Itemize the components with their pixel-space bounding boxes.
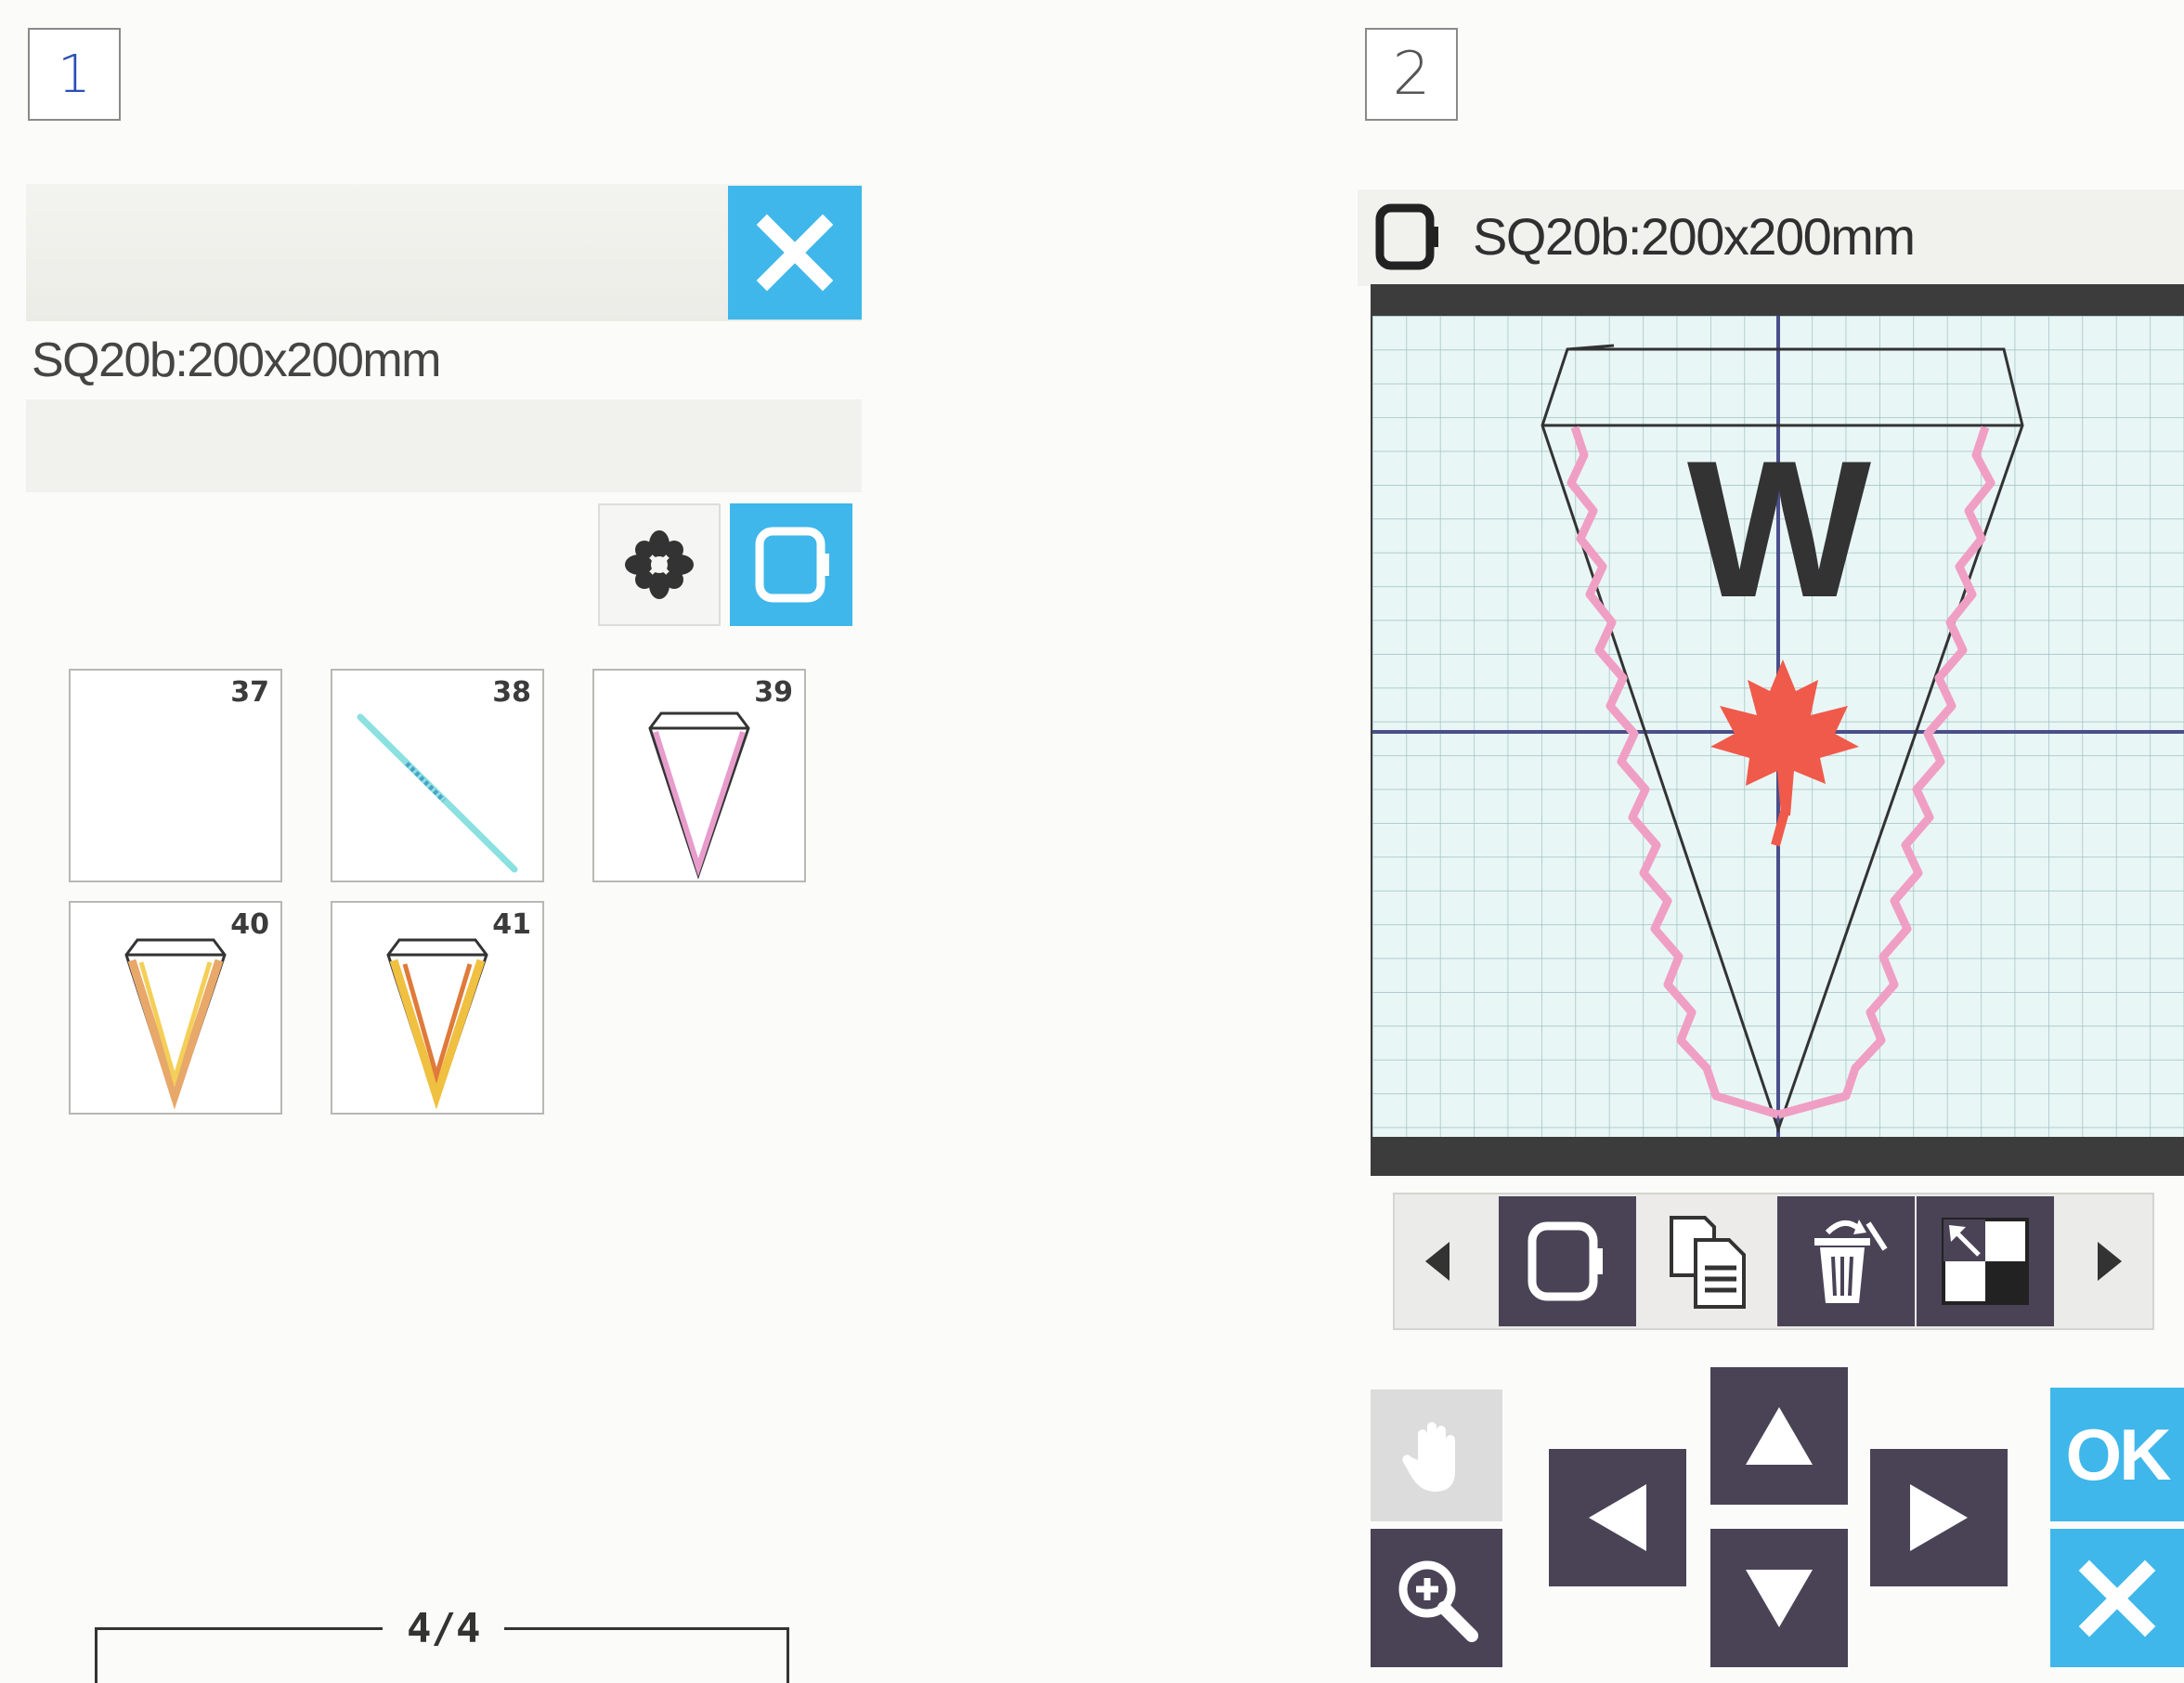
chevron-left-icon — [1425, 1242, 1450, 1281]
embroidery-field[interactable]: W — [1372, 316, 2184, 1137]
copy-icon — [1670, 1216, 1746, 1309]
move-down-button[interactable] — [1710, 1529, 1848, 1667]
ok-button[interactable]: OK — [2050, 1388, 2184, 1521]
design-letter: W — [1687, 420, 1871, 638]
pennant-preview — [386, 938, 488, 1110]
step-2-label: 2 — [1365, 28, 1458, 121]
close-icon — [756, 214, 834, 292]
cancel-button[interactable] — [2050, 1529, 2184, 1667]
flower-icon — [625, 530, 694, 599]
delete-button[interactable] — [1777, 1196, 1915, 1326]
copy-button[interactable] — [1638, 1196, 1775, 1326]
toolbar-prev-button[interactable] — [1397, 1196, 1480, 1326]
zoom-button[interactable] — [1371, 1529, 1502, 1667]
design-preview: W — [1372, 316, 2184, 1137]
panel1-subheader — [26, 399, 862, 492]
step-1-number: 1 — [58, 44, 91, 105]
close-button[interactable] — [728, 186, 862, 320]
design-thumbnail-40[interactable]: 40 — [69, 901, 282, 1115]
hoop-name-label: SQ20b:200x200mm — [32, 333, 442, 387]
thumbnail-number: 37 — [230, 676, 269, 709]
arrow-up-icon — [1746, 1407, 1813, 1465]
move-up-button[interactable] — [1710, 1367, 1848, 1505]
diagonal-design-preview — [357, 713, 518, 873]
design-thumbnail-39[interactable]: 39 — [592, 669, 806, 882]
hoop-icon — [1375, 203, 1438, 270]
resize-icon — [1942, 1218, 2029, 1305]
hoop-mode-button[interactable] — [730, 503, 852, 626]
delete-icon — [1814, 1220, 1888, 1303]
design-mode-button[interactable] — [598, 503, 721, 626]
close-icon — [2078, 1559, 2156, 1637]
page-indicator: 4/4 — [383, 1605, 505, 1652]
hoop-icon — [1528, 1221, 1603, 1301]
resize-button[interactable] — [1917, 1196, 2054, 1326]
chevron-right-icon — [2098, 1242, 2122, 1281]
hand-icon — [1402, 1422, 1455, 1492]
arrow-left-icon — [1589, 1484, 1646, 1551]
arrow-right-icon — [1910, 1484, 1968, 1551]
pan-button[interactable] — [1371, 1389, 1502, 1521]
move-left-button[interactable] — [1549, 1449, 1686, 1586]
hoop-select-button[interactable] — [1499, 1196, 1636, 1326]
pennant-preview — [648, 711, 750, 880]
design-thumbnail-37[interactable]: 37 — [69, 669, 282, 882]
hoop-icon — [755, 527, 829, 603]
design-thumbnail-41[interactable]: 41 — [331, 901, 544, 1115]
step-2-number: 2 — [1392, 40, 1431, 109]
design-thumbnail-38[interactable]: 38 — [331, 669, 544, 882]
pennant-preview — [124, 938, 227, 1110]
toolbar-next-button[interactable] — [2067, 1196, 2151, 1326]
arrow-down-icon — [1746, 1569, 1813, 1627]
move-right-button[interactable] — [1870, 1449, 2008, 1586]
zoom-in-icon — [1398, 1560, 1478, 1642]
hoop-name-label: SQ20b:200x200mm — [1473, 207, 1916, 266]
step-1-label: 1 — [28, 28, 121, 121]
